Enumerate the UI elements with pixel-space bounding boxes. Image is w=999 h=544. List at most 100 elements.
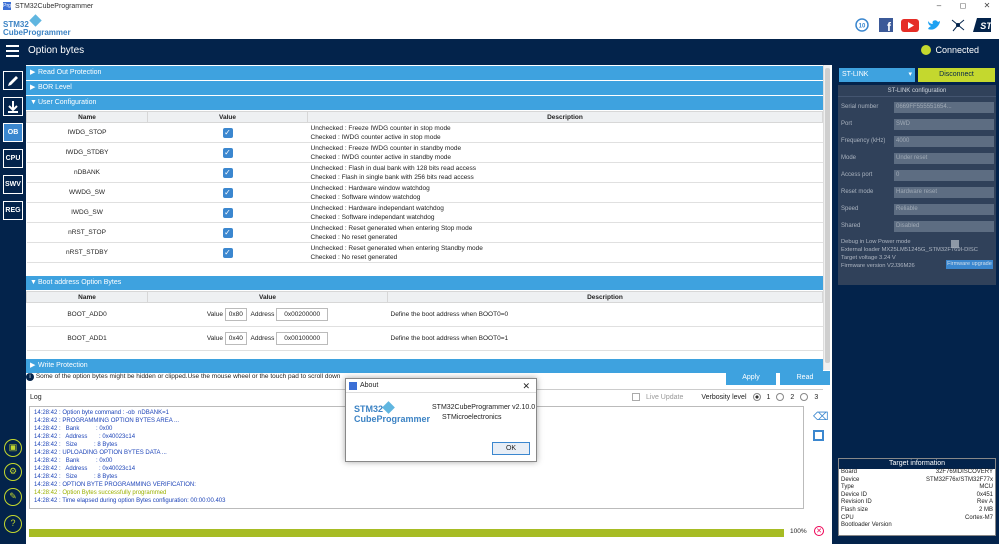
sidebar-item-swv[interactable]: SWV <box>3 175 23 194</box>
target-value: 32F769IDISCOVERY <box>935 469 993 475</box>
verbosity-radio-3[interactable] <box>800 393 809 401</box>
section-read-out-protection[interactable]: ▶ Read Out Protection <box>26 66 823 80</box>
config-select[interactable]: Under reset <box>894 152 994 164</box>
config-row: Serial number 0669FF555551654... <box>841 101 994 113</box>
sidebar-item-cpu[interactable]: CPU <box>3 149 23 168</box>
download-icon[interactable] <box>3 97 23 116</box>
help-icon[interactable]: ? <box>4 515 22 533</box>
verbosity-radio-2[interactable] <box>776 393 785 401</box>
minimize-button[interactable]: – <box>927 0 951 12</box>
option-name: WWDG_SW <box>26 182 148 203</box>
value-input[interactable]: 0x80 <box>224 308 247 321</box>
option-checkbox[interactable]: ✓ <box>222 207 233 218</box>
config-label: Reset mode <box>841 189 874 195</box>
close-window-button[interactable]: ✕ <box>975 0 999 12</box>
config-label: Serial number <box>841 104 879 110</box>
sidebar-item-ob[interactable]: OB <box>3 123 23 142</box>
config-label: Port <box>841 121 853 127</box>
twitter-icon[interactable] <box>925 17 943 33</box>
col-name: Name <box>26 111 148 123</box>
target-value: Rev A <box>976 499 993 506</box>
disconnect-button[interactable]: Disconnect <box>918 68 995 82</box>
config-select[interactable]: 0669FF555551654... <box>894 101 994 113</box>
live-update-checkbox[interactable] <box>632 393 640 401</box>
memory-edit-icon[interactable] <box>3 71 23 90</box>
section-boot-address[interactable]: ▼Boot address Option Bytes <box>26 276 823 290</box>
cube-icon <box>29 14 42 27</box>
col-value: Value <box>147 291 388 303</box>
option-checkbox[interactable]: ✓ <box>222 147 233 158</box>
config-label: Mode <box>841 155 857 161</box>
dialog-close-icon[interactable]: ✕ <box>522 379 530 393</box>
target-key: Flash size <box>841 506 869 513</box>
clear-log-icon[interactable]: ⌫ <box>813 410 829 423</box>
read-button[interactable]: Read <box>780 371 830 385</box>
target-value: 2 MB <box>978 506 993 513</box>
page-title: Option bytes <box>28 45 85 56</box>
st-logo-icon[interactable]: ST <box>973 17 991 33</box>
verbosity-radio-1[interactable] <box>752 393 761 401</box>
address-label: Address <box>250 311 275 318</box>
config-row: Shared Disabled <box>841 220 994 232</box>
plugin-icon[interactable]: ✎ <box>4 488 22 506</box>
stlink-config-panel: ST-LINK configuration Serial number 0669F… <box>838 85 996 285</box>
table-row: IWDG_SW ✓ Unchecked : Hardware independant… <box>26 202 823 223</box>
desc-unchecked: Unchecked : Freeze IWDG counter in stand… <box>310 144 462 152</box>
config-row: Speed Reliable <box>841 203 994 215</box>
config-select[interactable]: 0 <box>894 169 994 181</box>
value-label: Value <box>206 335 223 342</box>
config-select[interactable]: 4000 <box>894 135 994 147</box>
network-icon[interactable] <box>949 17 967 33</box>
config-select[interactable]: SWD <box>894 118 994 130</box>
facebook-icon[interactable]: f <box>877 17 895 33</box>
badge-10-icon[interactable]: 10 <box>853 17 871 33</box>
target-row: Bootloader Version <box>839 522 995 530</box>
table-row: IWDG_STDBY ✓ Unchecked : Freeze IWDG count… <box>26 142 823 163</box>
firmware-version: Firmware version V2J36M26 <box>841 263 915 269</box>
desc-unchecked: Unchecked : Freeze IWDG counter in stop … <box>310 124 451 132</box>
log-line: 14:28:42 : Option Bytes successfully pro… <box>34 490 167 496</box>
config-select[interactable]: Disabled <box>894 220 994 232</box>
address-label: Address <box>250 335 275 342</box>
page-header: Option bytes Connected <box>0 39 999 65</box>
option-checkbox[interactable]: ✓ <box>222 227 233 238</box>
youtube-icon[interactable] <box>901 17 919 33</box>
sidebar: OB CPU SWV REG ▣ ⚙ ✎ ? <box>0 65 26 544</box>
menu-icon[interactable] <box>6 45 19 57</box>
log-line: 14:28:42 : Address : 0x40023c14 <box>34 466 136 472</box>
address-input[interactable]: 0x00100000 <box>276 332 329 345</box>
cancel-icon[interactable]: ✕ <box>814 526 824 536</box>
chip-icon[interactable]: ▣ <box>4 439 22 457</box>
ok-button[interactable]: OK <box>492 442 530 455</box>
desc-unchecked: Unchecked : Hardware window watchdog <box>310 184 430 192</box>
section-bor-level[interactable]: ▶ BOR Level <box>26 81 823 95</box>
option-checkbox[interactable]: ✓ <box>222 247 233 258</box>
option-checkbox[interactable]: ✓ <box>222 187 233 198</box>
value-input[interactable]: 0x40 <box>224 332 247 345</box>
app-logo: STM32 CubeProgrammer <box>3 14 71 37</box>
config-select[interactable]: Hardware reset <box>894 186 994 198</box>
target-row: Device ID 0x451 <box>839 492 995 500</box>
options-scrollbar[interactable] <box>823 65 830 370</box>
option-description: Define the boot address when BOOT0=1 <box>387 326 823 351</box>
info-text: Some of the option bytes might be hidden… <box>35 373 341 380</box>
target-key: Device <box>841 476 860 483</box>
section-user-configuration[interactable]: ▼User Configuration <box>26 96 823 110</box>
firmware-upgrade-button[interactable]: Firmware upgrade <box>946 260 993 269</box>
table-row: BOOT_ADD1 Value 0x40 Address 0x00100000 De… <box>26 326 823 351</box>
option-checkbox[interactable]: ✓ <box>222 127 233 138</box>
config-label: Access port <box>841 172 873 178</box>
interface-select[interactable]: ST-LINK ▾ <box>839 68 915 82</box>
apply-button[interactable]: Apply <box>726 371 776 385</box>
table-row: WWDG_SW ✓ Unchecked : Hardware window watc… <box>26 182 823 203</box>
option-name: IWDG_STOP <box>26 122 148 143</box>
collapse-arrow-icon: ▼ <box>30 99 37 106</box>
option-name: BOOT_ADD1 <box>26 326 148 351</box>
config-select[interactable]: Reliable <box>894 203 994 215</box>
maximize-button[interactable]: ◻ <box>951 0 975 12</box>
save-log-icon[interactable] <box>813 430 824 441</box>
address-input[interactable]: 0x00200000 <box>276 308 329 321</box>
sidebar-item-reg[interactable]: REG <box>3 201 23 220</box>
settings-icon[interactable]: ⚙ <box>4 463 22 481</box>
option-checkbox[interactable]: ✓ <box>222 167 233 178</box>
